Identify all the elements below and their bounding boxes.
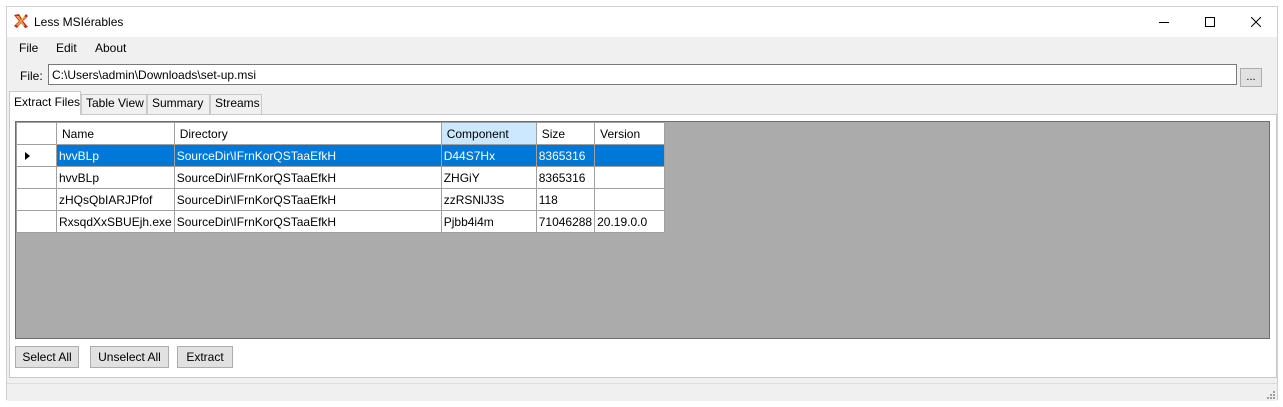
grid-header-row: Name Directory Component Size Version xyxy=(16,122,666,145)
cell-size[interactable]: 71046288 xyxy=(535,210,596,233)
extract-button[interactable]: Extract xyxy=(177,346,233,368)
cell-name[interactable]: RxsqdXxSBUEjh.exe xyxy=(56,210,175,233)
menu-edit[interactable]: Edit xyxy=(56,41,77,55)
current-row-arrow-icon xyxy=(25,151,30,160)
tab-extract-files[interactable]: Extract Files xyxy=(9,91,81,115)
column-header-directory[interactable]: Directory xyxy=(173,122,442,145)
app-window: Less MSIérables File Edit About File: ..… xyxy=(6,6,1278,401)
extract-files-panel: Name Directory Component Size Version hv… xyxy=(9,114,1277,378)
menu-file[interactable]: File xyxy=(19,41,38,55)
column-header-size[interactable]: Size xyxy=(535,122,596,145)
cell-component[interactable]: zzRSNlJ3S xyxy=(440,188,537,211)
unselect-all-button[interactable]: Unselect All xyxy=(90,346,169,368)
tab-strip: Extract Files Table View Summary Streams xyxy=(7,91,1277,115)
minimize-button[interactable] xyxy=(1141,7,1187,37)
close-button[interactable] xyxy=(1233,7,1279,37)
column-header-component[interactable]: Component xyxy=(440,122,537,145)
cell-component[interactable]: Pjbb4i4m xyxy=(440,210,537,233)
file-label: File: xyxy=(20,69,43,83)
tab-table-view[interactable]: Table View xyxy=(81,94,147,114)
row-header[interactable] xyxy=(16,210,57,233)
files-grid[interactable]: Name Directory Component Size Version hv… xyxy=(15,121,1270,339)
cell-component[interactable]: ZHGiY xyxy=(440,166,537,189)
file-path-input[interactable] xyxy=(48,64,1237,85)
table-row[interactable]: RxsqdXxSBUEjh.exe SourceDir\IFrnKorQSTaa… xyxy=(16,210,666,233)
cell-size[interactable]: 8365316 xyxy=(535,144,596,167)
resize-grip-icon[interactable] xyxy=(1265,389,1275,399)
cell-version[interactable]: 20.19.0.0 xyxy=(594,210,666,233)
cell-directory[interactable]: SourceDir\IFrnKorQSTaaEfkH xyxy=(173,166,442,189)
tab-streams[interactable]: Streams xyxy=(210,94,262,114)
window-title: Less MSIérables xyxy=(34,15,124,29)
row-header-corner[interactable] xyxy=(16,122,57,145)
row-header[interactable] xyxy=(16,166,57,189)
cell-version[interactable] xyxy=(594,144,666,167)
cell-name[interactable]: hvvBLp xyxy=(56,166,175,189)
table-row[interactable]: hvvBLp SourceDir\IFrnKorQSTaaEfkH D44S7H… xyxy=(16,144,666,167)
tab-summary[interactable]: Summary xyxy=(147,94,210,114)
menu-bar: File Edit About xyxy=(7,37,1277,59)
cell-directory[interactable]: SourceDir\IFrnKorQSTaaEfkH xyxy=(173,188,442,211)
column-header-version[interactable]: Version xyxy=(594,122,666,145)
minimize-icon xyxy=(1159,22,1169,23)
cell-version[interactable] xyxy=(594,188,666,211)
maximize-button[interactable] xyxy=(1187,7,1233,37)
row-header[interactable] xyxy=(16,188,57,211)
status-bar xyxy=(7,383,1277,401)
cell-size[interactable]: 8365316 xyxy=(535,166,596,189)
column-header-name[interactable]: Name xyxy=(56,122,175,145)
app-icon xyxy=(13,13,29,29)
cell-name[interactable]: hvvBLp xyxy=(56,144,175,167)
title-bar[interactable]: Less MSIérables xyxy=(7,7,1277,37)
browse-button[interactable]: ... xyxy=(1240,68,1262,87)
cell-size[interactable]: 118 xyxy=(535,188,596,211)
cell-version[interactable] xyxy=(594,166,666,189)
close-icon xyxy=(1251,17,1261,27)
file-path-row: File: ... xyxy=(7,63,1277,87)
table-row[interactable]: zHQsQbIARJPfof SourceDir\IFrnKorQSTaaEfk… xyxy=(16,188,666,211)
maximize-icon xyxy=(1205,17,1215,27)
cell-directory[interactable]: SourceDir\IFrnKorQSTaaEfkH xyxy=(173,210,442,233)
select-all-button[interactable]: Select All xyxy=(15,346,79,368)
cell-component[interactable]: D44S7Hx xyxy=(440,144,537,167)
cell-directory[interactable]: SourceDir\IFrnKorQSTaaEfkH xyxy=(173,144,442,167)
files-table: Name Directory Component Size Version hv… xyxy=(16,122,666,233)
table-row[interactable]: hvvBLp SourceDir\IFrnKorQSTaaEfkH ZHGiY … xyxy=(16,166,666,189)
row-header[interactable] xyxy=(16,144,57,167)
cell-name[interactable]: zHQsQbIARJPfof xyxy=(56,188,175,211)
menu-about[interactable]: About xyxy=(95,41,126,55)
